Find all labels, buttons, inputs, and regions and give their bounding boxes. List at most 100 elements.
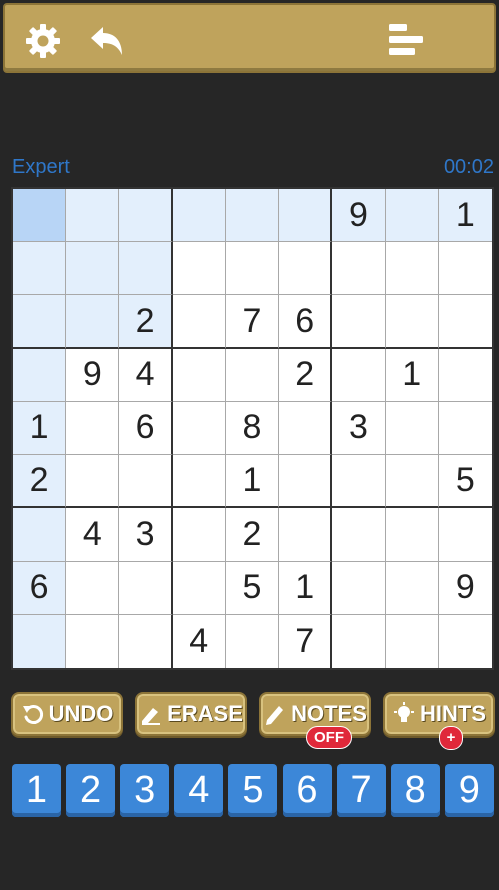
- cell-r1-c1[interactable]: [13, 189, 67, 243]
- cell-r2-c9[interactable]: [438, 242, 492, 296]
- cell-r5-c2[interactable]: [66, 401, 120, 456]
- undo-button[interactable]: UNDO: [11, 692, 123, 736]
- cell-r9-c8[interactable]: [386, 614, 439, 668]
- cell-r4-c4[interactable]: [172, 348, 226, 402]
- cell-r9-c9[interactable]: [439, 615, 492, 668]
- cell-r4-c3[interactable]: 4: [119, 348, 173, 402]
- cell-r8-c1[interactable]: 6: [13, 561, 67, 615]
- cell-r8-c4[interactable]: [172, 561, 226, 615]
- cell-r2-c3[interactable]: [119, 242, 173, 296]
- cell-r7-c2[interactable]: 4: [66, 508, 120, 562]
- cell-r4-c7[interactable]: [332, 348, 386, 402]
- cell-r2-c8[interactable]: [385, 242, 439, 296]
- number-button-7[interactable]: 7: [336, 764, 386, 817]
- cell-r3-c2[interactable]: [66, 295, 120, 349]
- cell-r9-c4[interactable]: 4: [173, 614, 226, 668]
- cell-r1-c5[interactable]: [225, 189, 280, 243]
- cell-r1-c9[interactable]: 1: [438, 189, 492, 243]
- cell-r4-c8[interactable]: 1: [385, 348, 439, 402]
- cell-r5-c1[interactable]: 1: [13, 401, 67, 456]
- cell-r7-c7[interactable]: [332, 508, 386, 562]
- cell-r7-c3[interactable]: 3: [119, 508, 173, 562]
- cell-r9-c1[interactable]: [13, 614, 67, 668]
- cell-r2-c2[interactable]: [66, 242, 120, 296]
- cell-r5-c3[interactable]: 6: [119, 401, 173, 456]
- cell-r6-c1[interactable]: 2: [13, 455, 67, 509]
- cell-r8-c2[interactable]: [66, 561, 120, 615]
- cell-r1-c6[interactable]: [279, 189, 333, 243]
- cell-r1-c2[interactable]: [66, 189, 120, 243]
- cell-r9-c3[interactable]: [119, 614, 173, 668]
- cell-r9-c2[interactable]: [66, 614, 120, 668]
- cell-r6-c2[interactable]: [66, 455, 120, 509]
- cell-r7-c1[interactable]: [13, 508, 67, 562]
- cell-r8-c7[interactable]: [332, 561, 386, 615]
- cell-r1-c7[interactable]: 9: [332, 189, 386, 243]
- cell-r5-c6[interactable]: [279, 401, 333, 456]
- notes-label: NOTES: [291, 701, 367, 726]
- top-toolbar: [3, 3, 496, 73]
- cell-r6-c9[interactable]: 5: [438, 455, 492, 509]
- cell-r6-c6[interactable]: [279, 455, 333, 509]
- cell-r3-c7[interactable]: [332, 295, 386, 349]
- cell-r3-c8[interactable]: [385, 295, 439, 349]
- cell-r5-c4[interactable]: [172, 401, 226, 456]
- number-button-9[interactable]: 9: [444, 764, 494, 817]
- cell-r4-c6[interactable]: 2: [279, 348, 333, 402]
- cell-r3-c9[interactable]: [438, 295, 492, 349]
- number-button-1[interactable]: 1: [12, 764, 61, 817]
- cell-r4-c5[interactable]: [225, 348, 280, 402]
- cell-r6-c5[interactable]: 1: [225, 455, 280, 509]
- number-button-4[interactable]: 4: [174, 764, 224, 817]
- cell-r2-c7[interactable]: [332, 242, 386, 296]
- number-button-6[interactable]: 6: [282, 764, 332, 817]
- cell-r1-c3[interactable]: [119, 189, 173, 243]
- hints-button[interactable]: HINTS: [383, 692, 495, 736]
- cell-r8-c6[interactable]: 1: [279, 561, 333, 615]
- cell-r7-c8[interactable]: [385, 508, 439, 562]
- gear-icon[interactable]: [23, 21, 63, 61]
- back-arrow-icon[interactable]: [87, 21, 127, 61]
- cell-r2-c1[interactable]: [13, 242, 67, 296]
- cell-r4-c2[interactable]: 9: [66, 348, 120, 402]
- notes-state-badge: OFF: [306, 726, 352, 749]
- cell-r7-c4[interactable]: [172, 508, 226, 562]
- cell-r2-c4[interactable]: [172, 242, 226, 296]
- cell-r5-c7[interactable]: 3: [332, 401, 386, 456]
- cell-r8-c8[interactable]: [385, 561, 439, 615]
- cell-r6-c3[interactable]: [119, 455, 173, 509]
- cell-r5-c8[interactable]: [385, 401, 439, 456]
- cell-r6-c4[interactable]: [172, 455, 226, 509]
- cell-r5-c9[interactable]: [438, 402, 492, 456]
- cell-r4-c1[interactable]: [13, 348, 67, 402]
- cell-r2-c6[interactable]: [279, 242, 333, 296]
- cell-r3-c3[interactable]: 2: [119, 295, 173, 349]
- number-button-3[interactable]: 3: [120, 764, 170, 817]
- cell-r8-c9[interactable]: 9: [438, 562, 492, 615]
- cell-r1-c4[interactable]: [172, 189, 226, 243]
- cell-r8-c5[interactable]: 5: [225, 561, 280, 615]
- cell-r9-c6[interactable]: 7: [279, 614, 333, 668]
- number-button-8[interactable]: 8: [390, 764, 440, 817]
- cell-r3-c6[interactable]: 6: [279, 295, 333, 349]
- number-button-2[interactable]: 2: [66, 764, 116, 817]
- cell-r7-c6[interactable]: [279, 508, 333, 562]
- erase-button[interactable]: ERASE: [135, 692, 247, 736]
- cell-r7-c9[interactable]: [438, 508, 492, 562]
- cell-r3-c5[interactable]: 7: [225, 295, 280, 349]
- cell-r8-c3[interactable]: [119, 561, 173, 615]
- cell-r6-c7[interactable]: [332, 455, 386, 509]
- cell-r3-c1[interactable]: [13, 295, 67, 349]
- cell-r1-c8[interactable]: [385, 189, 439, 243]
- cell-r5-c5[interactable]: 8: [225, 401, 280, 456]
- cell-r9-c5[interactable]: [226, 614, 280, 668]
- cell-r9-c7[interactable]: [332, 614, 386, 668]
- lightbulb-icon: [394, 702, 414, 722]
- cell-r2-c5[interactable]: [225, 242, 280, 296]
- number-button-5[interactable]: 5: [228, 764, 278, 817]
- cell-r3-c4[interactable]: [172, 295, 226, 349]
- bars-icon[interactable]: [385, 21, 425, 61]
- cell-r6-c8[interactable]: [385, 455, 439, 509]
- cell-r4-c9[interactable]: [438, 349, 492, 402]
- cell-r7-c5[interactable]: 2: [225, 508, 280, 562]
